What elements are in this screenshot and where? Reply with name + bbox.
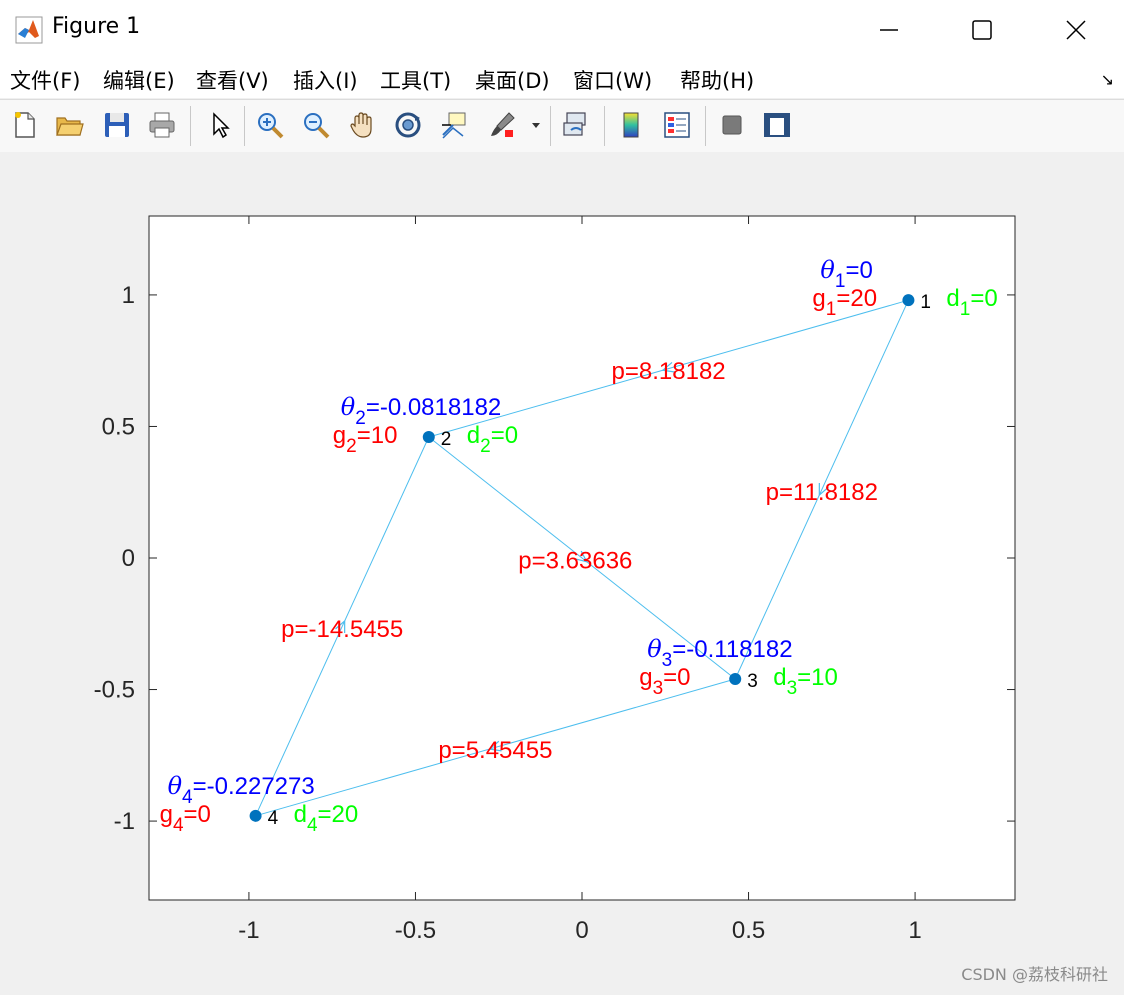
close-button[interactable] <box>1030 0 1122 60</box>
rotate-icon <box>395 112 421 138</box>
insert-colorbar-button[interactable] <box>614 108 648 142</box>
figure-canvas[interactable]: -1 -0.5 0 0.5 1 1 0.5 0 -0.5 -1 p=8.18182 p=11.8182… <box>0 152 1124 995</box>
printer-icon <box>149 112 175 138</box>
menu-bar: 文件(F) 编辑(E) 查看(V) 插入(I) 工具(T) 桌面(D) 窗口(W… <box>0 60 1124 98</box>
menu-desktop[interactable]: 桌面(D) <box>475 65 550 95</box>
node-id-label: 4 <box>268 808 279 829</box>
toolbar-separator <box>244 106 245 146</box>
graph-node <box>249 809 262 822</box>
save-icon <box>105 113 129 137</box>
brush-icon <box>491 112 515 137</box>
edge-flow-label: p=-14.5455 <box>281 616 403 643</box>
show-plot-tools-button[interactable] <box>760 108 794 142</box>
hide-plot-tools-button[interactable] <box>715 108 749 142</box>
edge-flow-label: p=5.45455 <box>438 737 552 764</box>
node-id-label: 1 <box>920 292 931 313</box>
x-tick-label: 1 <box>908 917 921 944</box>
menu-help[interactable]: 帮助(H) <box>680 65 754 95</box>
new-file-icon <box>15 112 35 138</box>
y-tick-label: -1 <box>114 808 135 835</box>
figure-toolbar <box>0 99 1124 153</box>
graph-node <box>729 673 742 686</box>
window-title: Figure 1 <box>52 14 141 39</box>
brush-button[interactable] <box>485 108 519 142</box>
watermark: CSDN @荔枝科研社 <box>961 965 1108 984</box>
edge-flow-label: p=11.8182 <box>766 479 878 506</box>
save-figure-button[interactable] <box>100 108 134 142</box>
x-tick-label: -0.5 <box>395 917 436 944</box>
graph-node <box>902 294 915 307</box>
arrow-cursor-icon <box>213 112 230 139</box>
menu-window[interactable]: 窗口(W) <box>573 65 652 95</box>
menu-insert[interactable]: 插入(I) <box>293 65 358 95</box>
hand-icon <box>350 112 372 138</box>
toolbar-separator <box>550 106 551 146</box>
edit-plot-button[interactable] <box>203 108 237 142</box>
new-figure-button[interactable] <box>8 108 42 142</box>
minimize-button[interactable] <box>843 0 935 60</box>
y-tick-label: 0 <box>122 545 135 572</box>
hide-tools-icon <box>722 115 742 135</box>
minimize-icon <box>880 29 898 31</box>
menu-file[interactable]: 文件(F) <box>10 65 80 95</box>
pan-button[interactable] <box>345 108 379 142</box>
legend-icon <box>664 112 690 138</box>
zoom-out-icon <box>304 113 330 139</box>
link-plot-icon <box>563 112 586 136</box>
maximize-button[interactable] <box>936 0 1028 60</box>
toolbar-separator <box>604 106 605 146</box>
dock-figure-icon[interactable]: ↘ <box>1101 70 1114 89</box>
edge-flow-label: p=3.63636 <box>518 548 632 575</box>
y-tick-label: 0.5 <box>102 413 135 440</box>
link-plot-button[interactable] <box>559 108 593 142</box>
menu-edit[interactable]: 编辑(E) <box>103 65 175 95</box>
title-bar: Figure 1 <box>0 0 1124 60</box>
maximize-icon <box>972 20 992 40</box>
x-tick-label: 0 <box>575 917 588 944</box>
node-id-label: 2 <box>441 429 452 450</box>
menu-tools[interactable]: 工具(T) <box>380 65 451 95</box>
brush-dropdown-button[interactable] <box>526 108 546 142</box>
y-tick-label: -0.5 <box>94 677 135 704</box>
zoom-out-button[interactable] <box>299 108 333 142</box>
data-cursor-icon <box>442 112 466 139</box>
y-tick-label: 1 <box>122 282 135 309</box>
toolbar-separator <box>705 106 706 146</box>
folder-open-icon <box>56 117 84 136</box>
node-id-label: 3 <box>747 671 758 692</box>
graph-plot[interactable]: -1 -0.5 0 0.5 1 1 0.5 0 -0.5 -1 p=8.18182 p=11.8182… <box>0 152 1124 995</box>
close-icon <box>1066 20 1086 40</box>
print-figure-button[interactable] <box>145 108 179 142</box>
chevron-down-icon <box>532 123 540 128</box>
edge-flow-label: p=8.18182 <box>612 358 726 385</box>
show-tools-icon <box>764 113 790 137</box>
insert-legend-button[interactable] <box>660 108 694 142</box>
toolbar-separator <box>190 106 191 146</box>
colorbar-icon <box>623 112 639 138</box>
zoom-in-icon <box>258 113 284 139</box>
data-cursor-button[interactable] <box>437 108 471 142</box>
zoom-in-button[interactable] <box>253 108 287 142</box>
rotate-3d-button[interactable] <box>391 108 425 142</box>
open-file-button[interactable] <box>52 108 86 142</box>
graph-node <box>422 430 435 443</box>
menu-view[interactable]: 查看(V) <box>196 65 269 95</box>
x-tick-label: 0.5 <box>732 917 765 944</box>
x-tick-label: -1 <box>238 917 259 944</box>
matlab-logo-icon <box>15 16 43 44</box>
